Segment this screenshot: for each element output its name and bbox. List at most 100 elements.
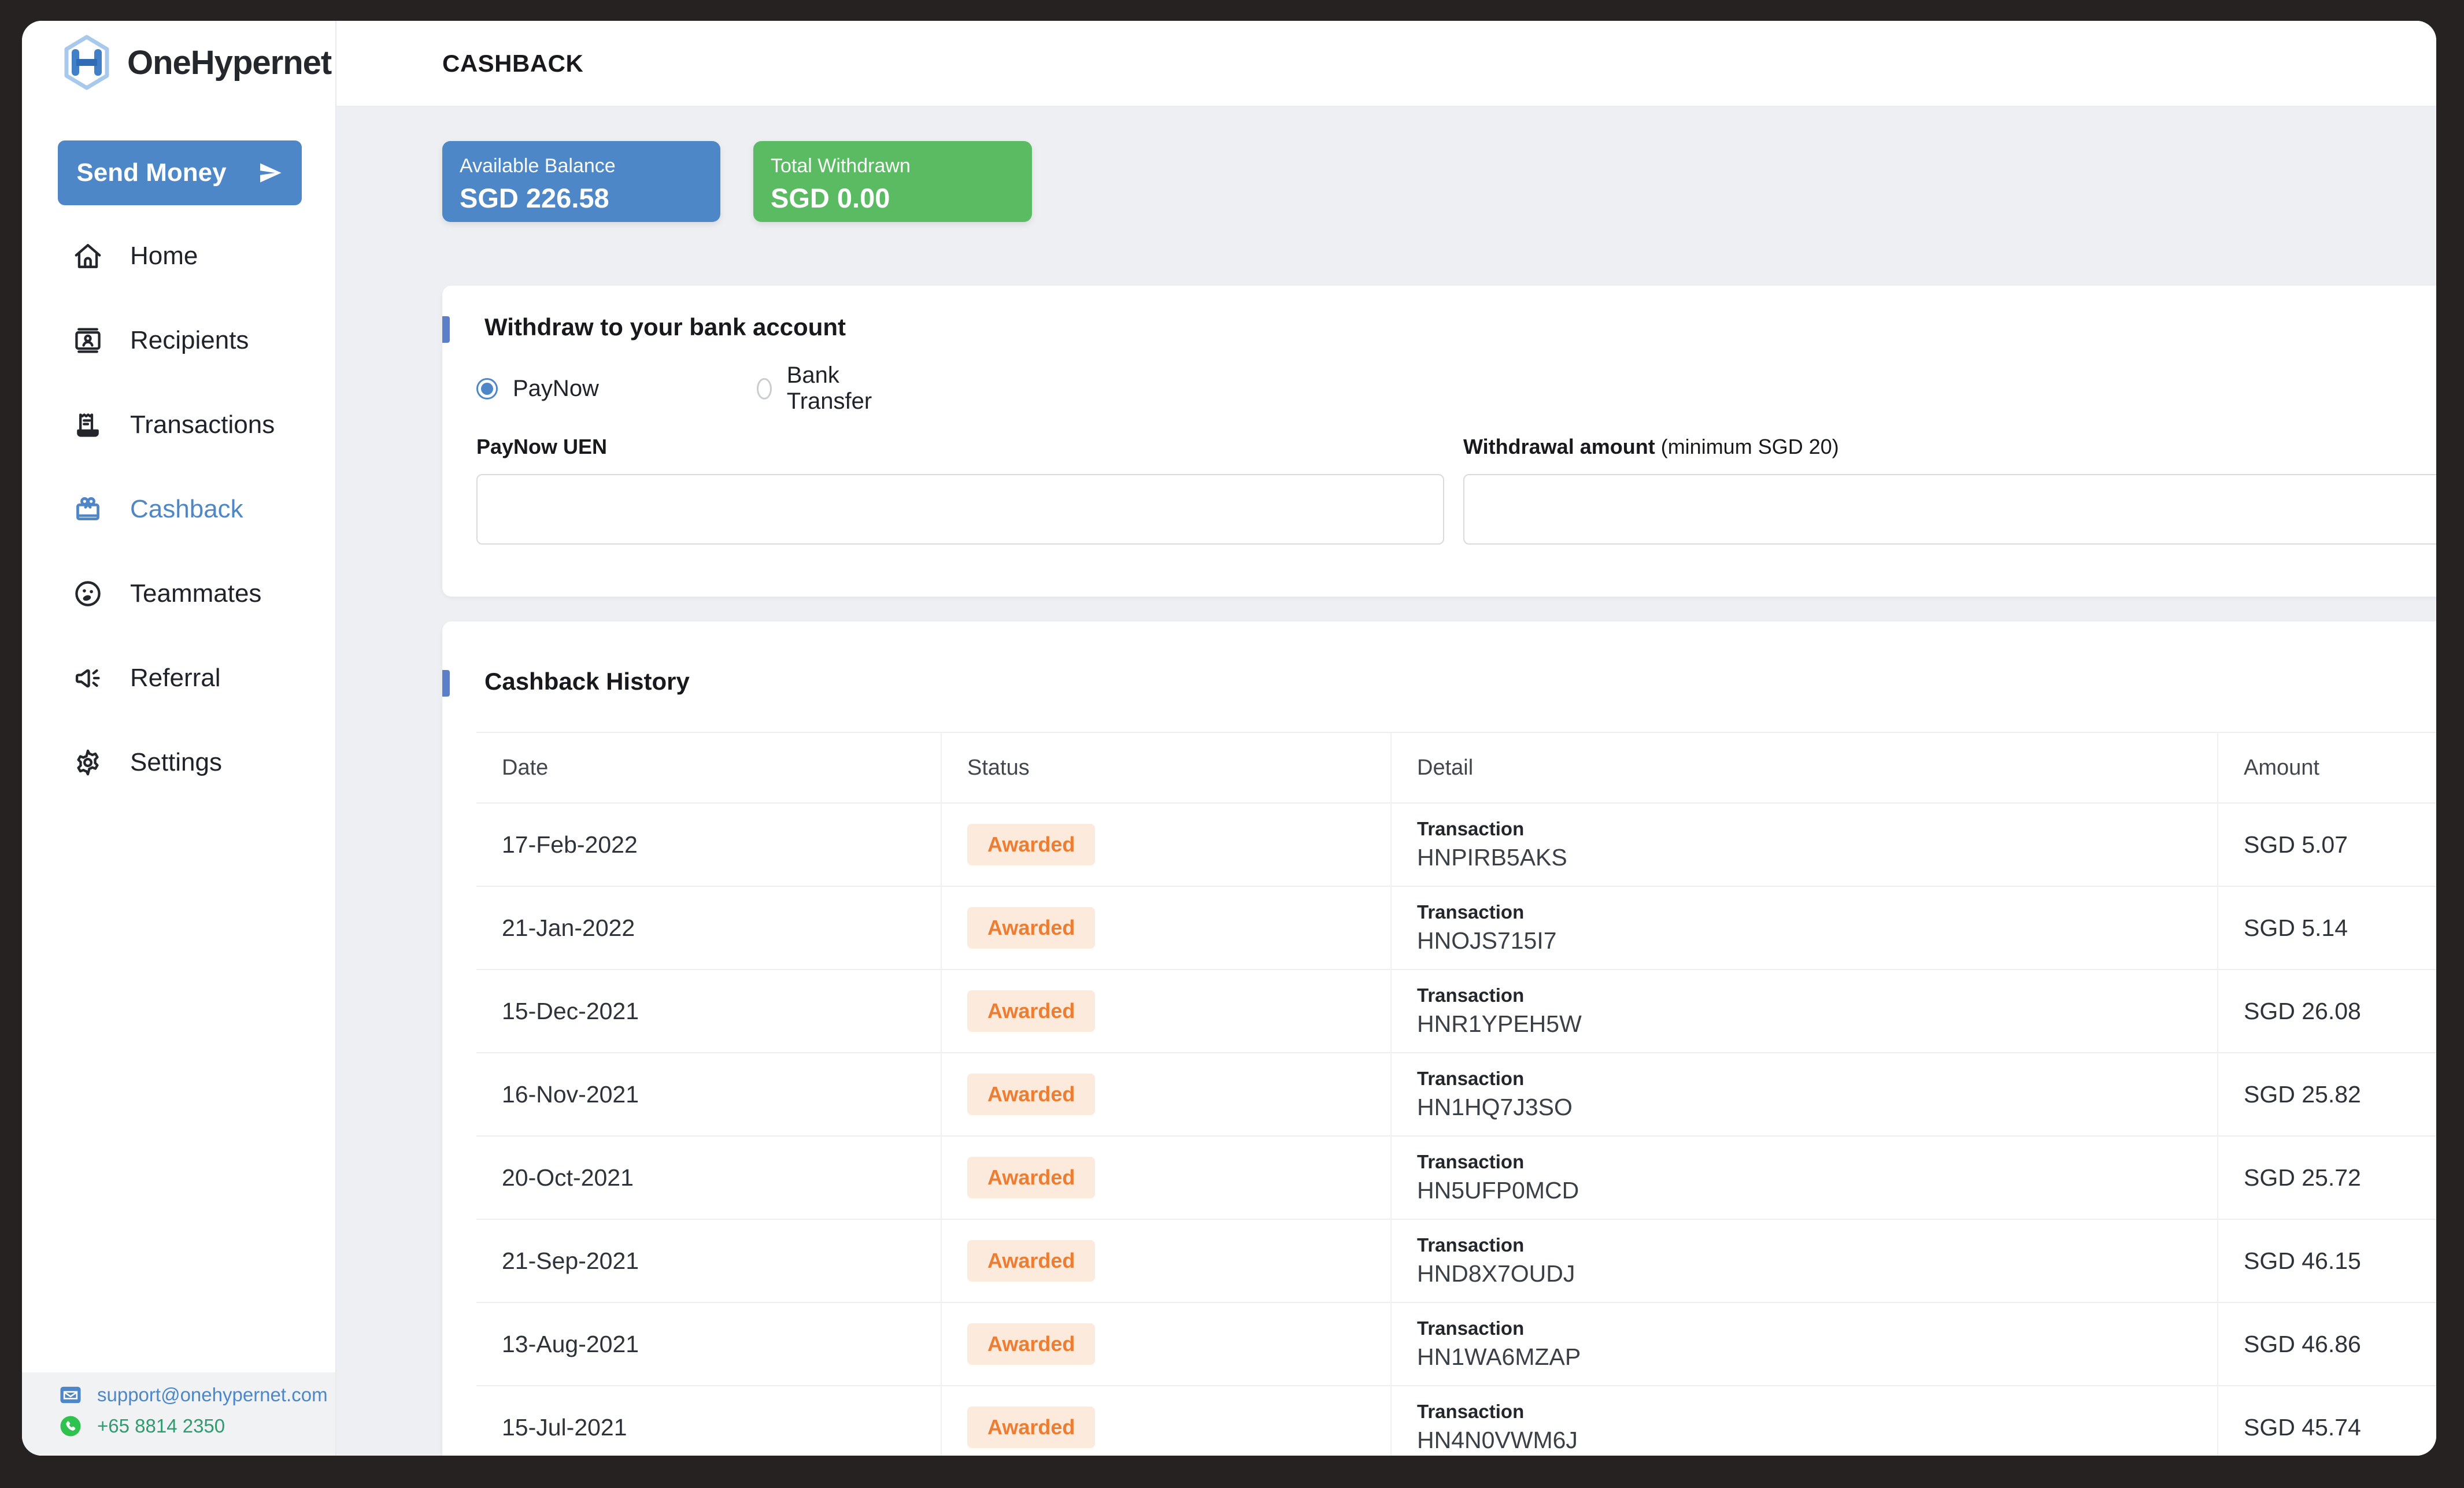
id-card-icon (72, 325, 103, 356)
detail-title: Transaction (1417, 1068, 2217, 1090)
balance-label: Available Balance (460, 155, 703, 177)
row-detail: Transaction HNPIRB5AKS (1390, 802, 2217, 886)
row-status: Awarded (941, 969, 1390, 1052)
cashback-history-panel: Cashback History Date Status Detail Amou… (442, 621, 2436, 1456)
sidebar-menu: Home Recipients Transactions (22, 214, 335, 805)
row-date: 17-Feb-2022 (476, 802, 941, 886)
row-detail: Transaction HN5UFP0MCD (1390, 1135, 2217, 1219)
sidebar-footer: support@onehypernet.com +65 8814 2350 (22, 1372, 335, 1456)
sidebar-item-teammates[interactable]: Teammates (22, 551, 335, 636)
support-phone: +65 8814 2350 (97, 1415, 225, 1437)
withdrawal-amount-input[interactable] (1463, 474, 2436, 545)
row-detail: Transaction HN1WA6MZAP (1390, 1302, 2217, 1385)
brand-name: OneHypernet (127, 43, 331, 82)
row-status: Awarded (941, 1135, 1390, 1219)
status-badge: Awarded (967, 907, 1095, 949)
sidebar-item-referral[interactable]: Referral (22, 636, 335, 720)
radio-selected-icon (476, 378, 498, 399)
section-accent-bar (442, 316, 450, 343)
sidebar-item-transactions[interactable]: Transactions (22, 383, 335, 467)
row-detail: Transaction HN1HQ7J3SO (1390, 1052, 2217, 1135)
row-detail: Transaction HN4N0VWM6J (1390, 1385, 2217, 1456)
hexagon-logo-icon (64, 35, 110, 90)
status-badge: Awarded (967, 1240, 1095, 1282)
home-icon (72, 240, 103, 272)
sidebar-item-recipients[interactable]: Recipients (22, 298, 335, 383)
app-window: OneHypernet Send Money Home (22, 21, 2436, 1456)
withdraw-panel: Withdraw to your bank account PayNow Ban… (442, 286, 2436, 597)
detail-code: HN4N0VWM6J (1417, 1427, 2217, 1454)
status-badge: Awarded (967, 1406, 1095, 1448)
paynow-uen-input[interactable] (476, 474, 1444, 545)
detail-title: Transaction (1417, 1151, 2217, 1173)
support-email: support@onehypernet.com (97, 1384, 328, 1406)
row-date: 15-Dec-2021 (476, 969, 941, 1052)
megaphone-icon (72, 662, 103, 694)
sidebar-item-label: Teammates (130, 579, 261, 608)
row-amount: SGD 25.72 (2217, 1135, 2436, 1219)
status-badge: Awarded (967, 990, 1095, 1032)
detail-code: HNR1YPEH5W (1417, 1010, 2217, 1038)
teammates-face-icon (72, 578, 103, 609)
row-amount: SGD 5.07 (2217, 802, 2436, 886)
row-status: Awarded (941, 1052, 1390, 1135)
sidebar-item-label: Cashback (130, 495, 243, 524)
row-status: Awarded (941, 1219, 1390, 1302)
detail-title: Transaction (1417, 1401, 2217, 1423)
row-amount: SGD 5.14 (2217, 886, 2436, 969)
bank-transfer-radio-label: Bank Transfer (787, 362, 879, 414)
detail-title: Transaction (1417, 818, 2217, 840)
page-header: CASHBACK (336, 21, 2436, 106)
support-phone-link[interactable]: +65 8814 2350 (22, 1411, 335, 1442)
sidebar: OneHypernet Send Money Home (22, 21, 336, 1456)
sidebar-item-settings[interactable]: Settings (22, 720, 335, 805)
detail-code: HNPIRB5AKS (1417, 844, 2217, 871)
row-amount: SGD 46.86 (2217, 1302, 2436, 1385)
page-content: Available Balance SGD 226.58 Total Withd… (336, 107, 2436, 1456)
paynow-uen-label: PayNow UEN (476, 435, 607, 459)
paynow-radio-label: PayNow (513, 376, 599, 402)
sidebar-item-label: Transactions (130, 410, 275, 439)
send-money-button[interactable]: Send Money (58, 140, 302, 205)
brand-logo: OneHypernet (64, 35, 331, 90)
row-amount: SGD 25.82 (2217, 1052, 2436, 1135)
detail-code: HN1HQ7J3SO (1417, 1094, 2217, 1121)
paper-plane-icon (257, 160, 283, 186)
detail-title: Transaction (1417, 1234, 2217, 1256)
sidebar-item-home[interactable]: Home (22, 214, 335, 298)
row-date: 20-Oct-2021 (476, 1135, 941, 1219)
row-detail: Transaction HNOJS715I7 (1390, 886, 2217, 969)
row-date: 21-Jan-2022 (476, 886, 941, 969)
sidebar-item-label: Settings (130, 748, 222, 777)
column-header-detail: Detail (1390, 732, 2217, 802)
gear-icon (72, 747, 103, 778)
sidebar-item-cashback[interactable]: Cashback (22, 467, 335, 551)
status-badge: Awarded (967, 1074, 1095, 1115)
page-title: CASHBACK (442, 50, 583, 77)
withdraw-method-options: PayNow Bank Transfer (476, 372, 599, 405)
row-date: 21-Sep-2021 (476, 1219, 941, 1302)
cashback-history-table: Date Status Detail Amount 17-Feb-2022 Aw… (476, 732, 2436, 1456)
paynow-radio[interactable]: PayNow (476, 376, 599, 402)
main-area: CASHBACK Available Balance SGD 226.58 To… (336, 21, 2436, 1456)
receipt-icon (72, 409, 103, 441)
detail-code: HNOJS715I7 (1417, 927, 2217, 954)
detail-code: HN5UFP0MCD (1417, 1177, 2217, 1204)
gift-icon (72, 494, 103, 525)
column-header-date: Date (476, 732, 941, 802)
balance-value: SGD 226.58 (460, 182, 703, 214)
status-badge: Awarded (967, 1157, 1095, 1198)
bank-transfer-radio[interactable]: Bank Transfer (757, 362, 878, 414)
row-date: 15-Jul-2021 (476, 1385, 941, 1456)
radio-unselected-icon (757, 378, 772, 399)
row-detail: Transaction HNR1YPEH5W (1390, 969, 2217, 1052)
row-status: Awarded (941, 1302, 1390, 1385)
row-amount: SGD 26.08 (2217, 969, 2436, 1052)
support-email-link[interactable]: support@onehypernet.com (22, 1379, 335, 1411)
detail-code: HND8X7OUDJ (1417, 1260, 2217, 1287)
whatsapp-icon (59, 1415, 82, 1438)
detail-title: Transaction (1417, 901, 2217, 923)
status-badge: Awarded (967, 1323, 1095, 1365)
withdrawn-label: Total Withdrawn (771, 155, 1015, 177)
withdrawn-value: SGD 0.00 (771, 182, 1015, 214)
